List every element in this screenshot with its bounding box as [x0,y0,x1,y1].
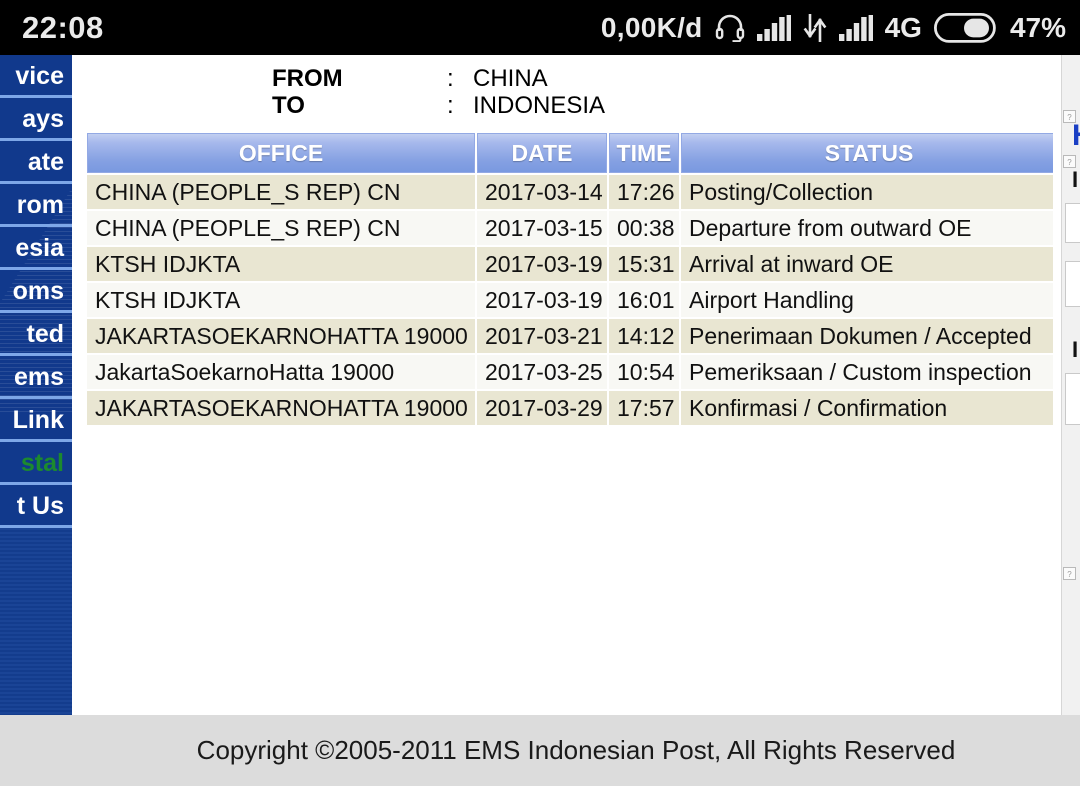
route-from-row: FROM : CHINA [272,65,1053,92]
cell-office: JAKARTASOEKARNOHATTA 19000 [87,391,475,425]
route-from-label: FROM [272,65,343,92]
cell-status: Departure from outward OE [681,211,1053,245]
table-row: KTSH IDJKTA 2017-03-19 15:31 Arrival at … [87,247,1053,281]
sliver-gap [1053,55,1061,715]
cell-time: 14:12 [609,319,679,353]
status-clock: 22:08 [22,9,104,45]
column-header-date[interactable]: DATE [477,133,607,173]
offscreen-page-sliver[interactable]: ? H ? I I ? [1053,55,1080,715]
battery-icon [933,12,996,43]
tracking-content-pane: FROM : CHINA TO : INDONESIA OFFICE DATE … [72,55,1053,715]
sidebar-item-days[interactable]: ays [0,98,72,141]
sliver-box [1065,373,1080,425]
cell-office: CHINA (PEOPLE_S REP) CN [87,211,475,245]
route-to-value: INDONESIA [473,92,606,119]
sliver-box [1065,261,1080,307]
battery-percent-text: 47% [1009,11,1066,43]
cell-time: 16:01 [609,283,679,317]
cell-date: 2017-03-21 [477,319,607,353]
cell-date: 2017-03-19 [477,247,607,281]
cell-date: 2017-03-15 [477,211,607,245]
sidebar-item-service[interactable]: vice [0,55,72,98]
broken-image-icon: ? [1063,110,1076,123]
sliver-box [1065,203,1080,243]
route-from-value: CHINA [473,65,548,92]
cell-time: 17:57 [609,391,679,425]
cell-office: JakartaSoekarnoHatta 19000 [87,355,475,389]
cell-date: 2017-03-19 [477,283,607,317]
table-row: CHINA (PEOPLE_S REP) CN 2017-03-15 00:38… [87,211,1053,245]
table-row: CHINA (PEOPLE_S REP) CN 2017-03-14 17:26… [87,175,1053,209]
column-header-status[interactable]: STATUS [681,133,1053,173]
data-transfer-arrows-icon [803,13,827,42]
sidebar-item-items[interactable]: ems [0,356,72,399]
cell-time: 00:38 [609,211,679,245]
route-to-row: TO : INDONESIA [272,92,1053,119]
route-to-colon: : [447,92,454,119]
cell-office: KTSH IDJKTA [87,247,475,281]
table-row: JAKARTASOEKARNOHATTA 19000 2017-03-21 14… [87,319,1053,353]
sliver-page-body: ? H ? I I ? [1061,55,1080,715]
table-row: JakartaSoekarnoHatta 19000 2017-03-25 10… [87,355,1053,389]
sidebar-menu-list[interactable]: vice ays ate rom esia oms ted ems Link s… [0,55,72,528]
cell-date: 2017-03-25 [477,355,607,389]
table-header-row: OFFICE DATE TIME STATUS [87,133,1053,173]
signal-bars-icon [756,14,791,41]
cell-status: Konfirmasi / Confirmation [681,391,1053,425]
cell-date: 2017-03-14 [477,175,607,209]
network-type-text: 4G [884,11,922,43]
sliver-glyph-partial: I [1072,167,1079,192]
sidebar-filler [0,528,72,715]
sidebar-item-contact-us[interactable]: t Us [0,485,72,528]
cell-status: Pemeriksaan / Custom inspection [681,355,1053,389]
status-indicators: 0,00K/d 4G 47% [601,12,1066,44]
cell-time: 10:54 [609,355,679,389]
cell-office: JAKARTASOEKARNOHATTA 19000 [87,319,475,353]
copyright-text: Copyright ©2005-2011 EMS Indonesian Post… [196,735,956,765]
cell-status: Arrival at inward OE [681,247,1053,281]
footer-left-pad [0,715,72,786]
page-footer: Copyright ©2005-2011 EMS Indonesian Post… [72,715,1080,786]
sidebar-item-link[interactable]: Link [0,399,72,442]
cell-date: 2017-03-29 [477,391,607,425]
route-from-colon: : [447,65,454,92]
cell-status: Posting/Collection [681,175,1053,209]
sliver-glyph-partial: I [1072,337,1079,362]
cell-time: 17:26 [609,175,679,209]
cell-office: KTSH IDJKTA [87,283,475,317]
sidebar-item-customs[interactable]: oms [0,270,72,313]
table-row: KTSH IDJKTA 2017-03-19 16:01 Airport Han… [87,283,1053,317]
route-summary: FROM : CHINA TO : INDONESIA [72,55,1053,125]
network-speed-text: 0,00K/d [600,11,703,43]
cell-status: Penerimaan Dokumen / Accepted [681,319,1053,353]
column-header-office[interactable]: OFFICE [87,133,475,173]
signal-bars-icon [838,14,873,41]
broken-image-icon: ? [1063,567,1076,580]
column-header-time[interactable]: TIME [609,133,679,173]
sidebar-item-rate[interactable]: ate [0,141,72,184]
sidebar-item-postal[interactable]: stal [0,442,72,485]
sliver-heading-partial: H [1072,123,1080,149]
sidebar-item-from[interactable]: rom [0,184,72,227]
cell-office: CHINA (PEOPLE_S REP) CN [87,175,475,209]
route-to-label: TO [272,92,305,119]
android-status-bar: 22:08 0,00K/d 4G 47% [0,0,1080,55]
sidebar-item-indonesia[interactable]: esia [0,227,72,270]
phone-screen: 22:08 0,00K/d 4G 47% vice ays ate rom es… [0,0,1080,786]
sidebar-item-prohibited[interactable]: ted [0,313,72,356]
headset-icon [715,14,745,42]
tracking-events-table: OFFICE DATE TIME STATUS CHINA (PEOPLE_S … [85,131,1053,427]
cell-status: Airport Handling [681,283,1053,317]
cell-time: 15:31 [609,247,679,281]
table-row: JAKARTASOEKARNOHATTA 19000 2017-03-29 17… [87,391,1053,425]
left-nav-sidebar[interactable]: vice ays ate rom esia oms ted ems Link s… [0,55,72,715]
